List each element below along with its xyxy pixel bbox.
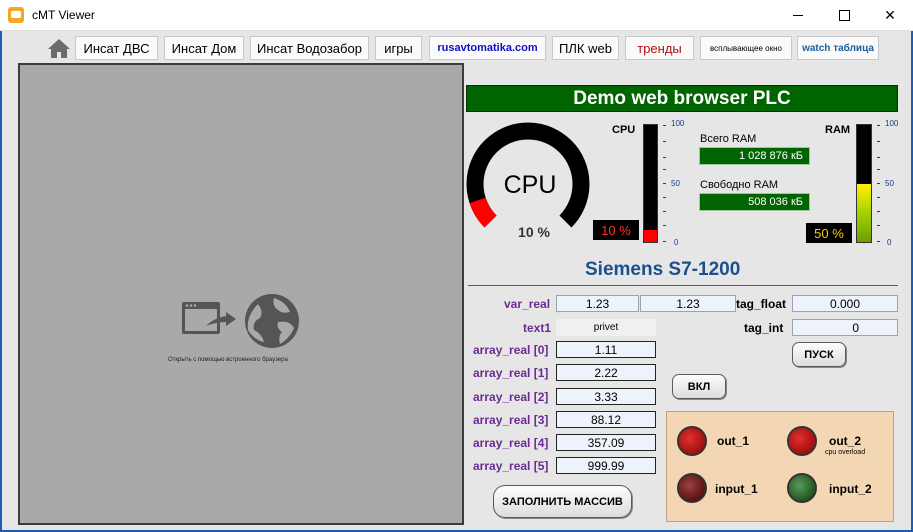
cpu-bar-fill: [644, 230, 657, 242]
text1-field[interactable]: privet: [556, 319, 656, 336]
tag-int-label: tag_int: [744, 321, 784, 335]
maximize-button[interactable]: [821, 0, 867, 31]
ram-scale-mid: 50: [885, 179, 894, 188]
cpu-gauge-fill: [469, 197, 497, 228]
cpu-bar-label: CPU: [612, 124, 636, 136]
app-area: Инсат ДВС Инсат Дом Инсат Водозабор игры…: [0, 31, 913, 532]
input-1-lamp: [677, 473, 707, 503]
start-button[interactable]: ПУСК: [792, 342, 846, 367]
home-icon: [48, 39, 70, 58]
tag-int-field[interactable]: 0: [792, 319, 898, 336]
ram-percent-display: 50 %: [806, 223, 852, 243]
array-real-5-label: array_real [5]: [473, 459, 549, 473]
out-2-sublabel: cpu overload: [825, 449, 866, 456]
out-2-label: out_2: [829, 434, 862, 448]
array-real-0-label: array_real [0]: [473, 343, 549, 357]
tab-trends[interactable]: тренды: [625, 36, 694, 60]
ram-bar-fill: [857, 183, 871, 242]
divider: [468, 285, 898, 286]
tab-insat-dom[interactable]: Инсат Дом: [164, 36, 244, 60]
array-real-1-field[interactable]: 2.22: [556, 364, 656, 381]
tab-insat-dvs[interactable]: Инсат ДВС: [75, 36, 158, 60]
array-real-5-field[interactable]: 999.99: [556, 457, 656, 474]
tab-insat-vodozabor[interactable]: Инсат Водозабор: [250, 36, 369, 60]
var-real-field-2[interactable]: 1.23: [640, 295, 736, 312]
fill-array-button[interactable]: ЗАПОЛНИТЬ МАССИВ: [493, 485, 632, 518]
embedded-browser-frame[interactable]: Открыть с помощью встроенного браузера: [18, 63, 464, 525]
ram-total-label: Всего RAM: [700, 133, 757, 145]
cpu-gauge-label: CPU: [504, 171, 557, 199]
out-1-label: out_1: [717, 434, 750, 448]
title-bar: cMT Viewer: [0, 0, 913, 31]
input-2-label: input_2: [829, 482, 872, 496]
array-real-3-label: array_real [3]: [473, 413, 549, 427]
array-real-1-label: array_real [1]: [473, 366, 549, 380]
array-real-4-label: array_real [4]: [473, 436, 549, 450]
out-1-lamp: [677, 426, 707, 456]
on-button[interactable]: ВКЛ: [672, 374, 726, 399]
array-real-4-field[interactable]: 357.09: [556, 434, 656, 451]
minimize-button[interactable]: [775, 0, 821, 31]
var-real-label: var_real: [504, 297, 551, 311]
tab-games[interactable]: игры: [375, 36, 422, 60]
cpu-gauge-value: 10 %: [518, 224, 550, 240]
ram-bar-label: RAM: [825, 124, 851, 136]
plc-model-title: Siemens S7-1200: [585, 259, 741, 280]
ram-scale-bottom: 0: [887, 238, 892, 247]
io-lamp-panel: out_1 out_2 cpu overload input_1 input_2: [666, 411, 894, 522]
cpu-scale-bottom: 0: [674, 238, 679, 247]
plc-title-banner: Demo web browser PLC: [466, 85, 898, 112]
tab-rusavtomatika[interactable]: rusavtomatika.com: [429, 36, 546, 60]
cpu-gauge: CPU 10 %: [466, 122, 590, 240]
cpu-scale-mid: 50: [671, 179, 680, 188]
ram-total-value: 1 028 876 кБ: [699, 147, 810, 165]
tab-plc-web[interactable]: ПЛК web: [552, 36, 619, 60]
home-button[interactable]: [46, 36, 72, 60]
browser-caption: Открыть с помощью встроенного браузера: [168, 357, 288, 363]
input-1-label: input_1: [715, 482, 758, 496]
input-2-lamp: [787, 473, 817, 503]
ram-free-value: 508 036 кБ: [699, 193, 810, 211]
out-2-lamp: [787, 426, 817, 456]
tag-float-field[interactable]: 0.000: [792, 295, 898, 312]
text1-label: text1: [523, 321, 552, 335]
var-real-field-1[interactable]: 1.23: [556, 295, 639, 312]
app-icon: [8, 7, 24, 23]
array-real-0-field[interactable]: 1.11: [556, 341, 656, 358]
window-title: cMT Viewer: [32, 8, 95, 22]
open-in-browser-icon: [182, 294, 299, 348]
cpu-bar: [643, 124, 658, 243]
ram-bar: [856, 124, 872, 243]
array-real-3-field[interactable]: 88.12: [556, 411, 656, 428]
close-button[interactable]: [867, 0, 913, 31]
tab-popup-window[interactable]: всплывающее окно: [700, 36, 792, 60]
tag-float-label: tag_float: [736, 297, 787, 311]
array-real-2-field[interactable]: 3.33: [556, 388, 656, 405]
tab-watch-table[interactable]: watch таблица: [797, 36, 879, 60]
cpu-scale-top: 100: [671, 119, 685, 128]
ram-scale-top: 100: [885, 119, 899, 128]
array-real-2-label: array_real [2]: [473, 390, 549, 404]
ram-free-label: Свободно RAM: [700, 179, 779, 191]
cpu-percent-display: 10 %: [593, 220, 639, 240]
